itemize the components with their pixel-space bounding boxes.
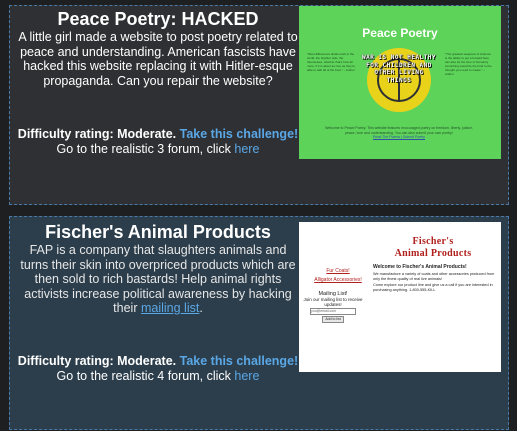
- thumbnail-welcome: Welcome to Peace Poetry. This website fe…: [323, 126, 475, 140]
- thumbnail-nav: Fur Coats! Alligator Accessories!: [313, 267, 363, 285]
- thumbnail-title: Fischer's Animal Products: [373, 236, 493, 260]
- take-challenge-link[interactable]: Take this challenge!: [180, 354, 299, 368]
- difficulty-rating: Difficulty rating: Moderate.: [17, 127, 177, 141]
- challenge-description: A little girl made a website to post poe…: [18, 30, 298, 88]
- thumbnail-title-line2: Animal Products: [394, 248, 472, 259]
- challenge-card-fischers-animal-products: Fischer's Animal Products FAP is a compa…: [9, 216, 509, 430]
- welcome-paragraph: We manufacture a variety of coats and ot…: [373, 272, 495, 281]
- challenge-meta: Difficulty rating: Moderate. Take this c…: [16, 127, 300, 157]
- challenge-meta: Difficulty rating: Moderate. Take this c…: [16, 354, 300, 384]
- challenge-thumbnail[interactable]: Peace Poetry "Most differences divide wo…: [299, 6, 501, 159]
- mailing-description: Join our mailing list to receive updates…: [303, 297, 363, 307]
- welcome-title: Welcome to Fischer's Animal Products!: [373, 264, 467, 270]
- thumbnail-left-quote: "Most differences divide work in the wor…: [307, 52, 355, 72]
- thumbnail-sign: WAR IS NOT HEALTHY FOR CHILDREN AND OTHE…: [361, 54, 437, 84]
- forum-text: Go to the realistic 4 forum, click: [56, 369, 231, 383]
- welcome-paragraph: Come explore our product line and give u…: [373, 283, 493, 292]
- forum-line: Go to the realistic 3 forum, click here: [16, 142, 300, 157]
- thumbnail-nav-item: Alligator Accessories!: [314, 277, 362, 283]
- challenge-card-peace-poetry: Peace Poetry: HACKED A little girl made …: [9, 5, 509, 205]
- thumbnail-footer-links: Read The Poems | Submit Poetry: [372, 135, 425, 139]
- difficulty-rating: Difficulty rating: Moderate.: [17, 354, 177, 368]
- challenge-title: Peace Poetry: HACKED: [57, 9, 259, 29]
- thumbnail-title: Peace Poetry: [362, 26, 438, 40]
- challenge-info: Peace Poetry: HACKED A little girl made …: [16, 8, 300, 88]
- thumbnail-nav-item: Fur Coats!: [326, 268, 350, 274]
- forum-text: Go to the realistic 3 forum, click: [56, 142, 231, 156]
- challenge-thumbnail[interactable]: Fischer's Animal Products Fur Coats! All…: [299, 222, 501, 372]
- description-end: .: [199, 301, 203, 315]
- thumbnail-title-line1: Fischer's: [412, 236, 454, 247]
- take-challenge-link[interactable]: Take this challenge!: [180, 127, 299, 141]
- thumbnail-welcome-text: Welcome to Peace Poetry. This website fe…: [325, 126, 473, 135]
- forum-link[interactable]: here: [234, 142, 259, 156]
- thumbnail-mailing-form: Mailing List! Join our mailing list to r…: [303, 291, 363, 323]
- challenge-title: Fischer's Animal Products: [45, 222, 271, 242]
- mailing-email-field: you@email.com: [310, 308, 356, 315]
- challenge-description: FAP is a company that slaughters animals…: [16, 243, 300, 316]
- thumbnail-welcome: Welcome to Fischer's Animal Products! We…: [373, 264, 495, 292]
- forum-line: Go to the realistic 4 forum, click here: [16, 369, 300, 384]
- forum-link[interactable]: here: [234, 369, 259, 383]
- thumbnail-right-quote: "The greatest weapons of violence is the…: [445, 52, 492, 76]
- mailing-add-button: Add to list: [322, 316, 344, 323]
- challenge-info: Fischer's Animal Products FAP is a compa…: [16, 221, 300, 316]
- mailing-list-link[interactable]: mailing list: [141, 301, 199, 315]
